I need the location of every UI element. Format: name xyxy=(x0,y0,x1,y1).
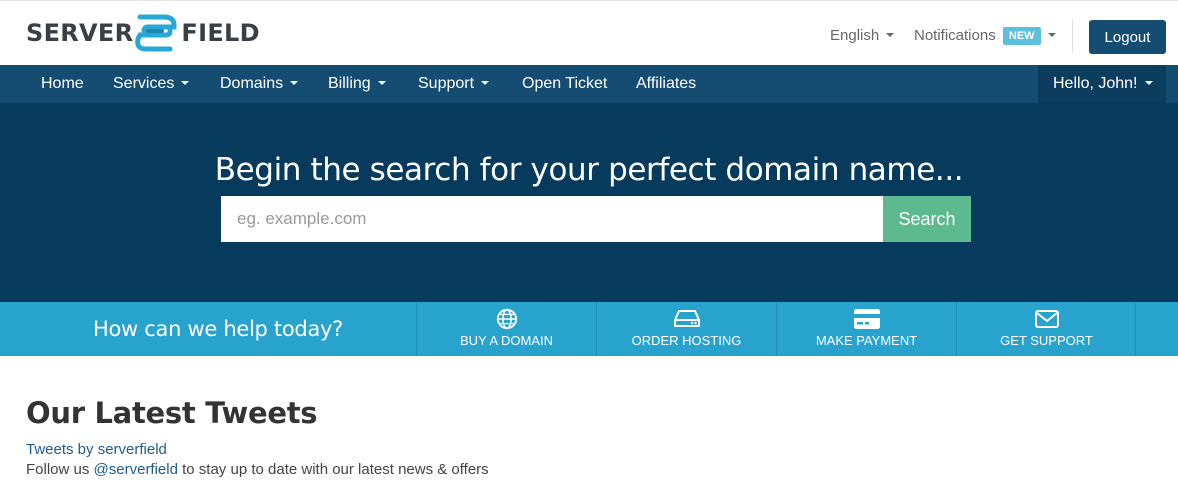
nav-item-label: Domains xyxy=(220,75,284,92)
order-hosting-action[interactable]: ORDER HOSTING xyxy=(596,302,776,356)
credit-card-icon xyxy=(777,308,956,330)
domain-search-button[interactable]: Search xyxy=(883,196,971,242)
nav-item-support[interactable]: Support xyxy=(418,65,490,103)
user-menu: Hello, John! xyxy=(1038,65,1166,103)
tweets-by-link[interactable]: Tweets by serverfield xyxy=(26,441,167,458)
brand-name-right: FIELD xyxy=(181,19,260,47)
domain-search-hero: Begin the search for your perfect domain… xyxy=(0,103,1178,302)
language-selector[interactable]: English xyxy=(830,27,895,44)
user-menu-toggle[interactable]: Hello, John! xyxy=(1053,65,1153,103)
help-strip: How can we help today? BUY A DOMAIN ORDE… xyxy=(0,302,1178,356)
nav-item-home[interactable]: Home xyxy=(41,65,84,103)
action-label: BUY A DOMAIN xyxy=(460,333,553,348)
make-payment-action[interactable]: MAKE PAYMENT xyxy=(776,302,956,356)
action-label: ORDER HOSTING xyxy=(631,333,742,348)
help-strip-divider xyxy=(1135,302,1136,356)
nav-item-label: Open Ticket xyxy=(522,75,608,92)
brand-logo[interactable]: SERVER FIELD xyxy=(26,11,260,55)
nav-item-label: Affiliates xyxy=(636,75,697,92)
nav-item-label: Support xyxy=(418,75,475,92)
top-header: SERVER FIELD English Notifications NEW L… xyxy=(0,0,1178,65)
notifications-dropdown[interactable]: Notifications NEW xyxy=(914,27,1056,45)
domain-search-input[interactable] xyxy=(221,196,883,242)
action-label: MAKE PAYMENT xyxy=(815,333,918,348)
help-prompt: How can we help today? xyxy=(93,317,343,341)
server-drive-icon xyxy=(597,308,776,330)
tweets-heading: Our Latest Tweets xyxy=(26,396,318,430)
nav-item-label: Home xyxy=(41,75,84,92)
nav-item-open-ticket[interactable]: Open Ticket xyxy=(522,65,607,103)
nav-item-label: Billing xyxy=(328,75,371,92)
chevron-down-icon xyxy=(181,81,190,85)
follow-suffix: to stay up to date with our latest news … xyxy=(177,461,489,478)
language-label: English xyxy=(830,27,880,44)
follow-text: Follow us @serverfield to stay up to dat… xyxy=(26,461,489,478)
get-support-action[interactable]: GET SUPPORT xyxy=(956,302,1136,356)
chevron-down-icon xyxy=(290,81,299,85)
twitter-handle-link[interactable]: @serverfield xyxy=(94,461,178,478)
nav-item-billing[interactable]: Billing xyxy=(328,65,386,103)
chevron-down-icon xyxy=(886,33,895,37)
action-label: GET SUPPORT xyxy=(1000,333,1093,348)
nav-item-affiliates[interactable]: Affiliates xyxy=(636,65,696,103)
nav-item-services[interactable]: Services xyxy=(113,65,190,103)
envelope-icon xyxy=(957,308,1136,330)
brand-swoosh-icon xyxy=(135,14,177,52)
main-navbar: Home Services Domains Billing Support Op… xyxy=(0,65,1178,103)
chevron-down-icon xyxy=(481,81,490,85)
globe-icon xyxy=(417,308,596,330)
notifications-label: Notifications xyxy=(914,27,996,44)
follow-prefix: Follow us xyxy=(26,461,94,478)
nav-item-label: Services xyxy=(113,75,175,92)
chevron-down-icon xyxy=(1047,33,1056,37)
chevron-down-icon xyxy=(377,81,386,85)
buy-domain-action[interactable]: BUY A DOMAIN xyxy=(416,302,596,356)
user-greeting: Hello, John! xyxy=(1053,75,1138,92)
chevron-down-icon xyxy=(1144,81,1153,85)
nav-item-domains[interactable]: Domains xyxy=(220,65,299,103)
logout-button[interactable]: Logout xyxy=(1089,20,1166,54)
notifications-new-badge: NEW xyxy=(1002,27,1041,45)
hero-title: Begin the search for your perfect domain… xyxy=(214,152,964,188)
brand-name-left: SERVER xyxy=(26,19,134,47)
header-divider xyxy=(1072,19,1073,53)
